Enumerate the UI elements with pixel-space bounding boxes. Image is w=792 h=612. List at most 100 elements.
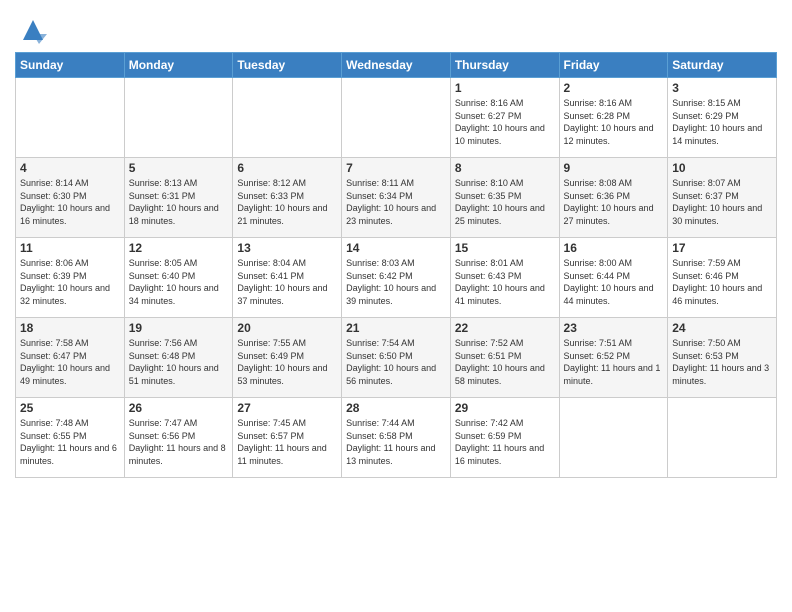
day-cell: 28 Sunrise: 7:44 AM Sunset: 6:58 PM Dayl… — [342, 398, 451, 478]
day-cell — [124, 78, 233, 158]
day-cell: 19 Sunrise: 7:56 AM Sunset: 6:48 PM Dayl… — [124, 318, 233, 398]
day-info: Sunrise: 8:08 AM Sunset: 6:36 PM Dayligh… — [564, 177, 664, 227]
header — [15, 10, 777, 44]
day-cell: 2 Sunrise: 8:16 AM Sunset: 6:28 PM Dayli… — [559, 78, 668, 158]
day-info: Sunrise: 8:07 AM Sunset: 6:37 PM Dayligh… — [672, 177, 772, 227]
day-number: 14 — [346, 241, 446, 255]
day-number: 9 — [564, 161, 664, 175]
day-cell: 4 Sunrise: 8:14 AM Sunset: 6:30 PM Dayli… — [16, 158, 125, 238]
day-info: Sunrise: 7:51 AM Sunset: 6:52 PM Dayligh… — [564, 337, 664, 387]
day-info: Sunrise: 8:14 AM Sunset: 6:30 PM Dayligh… — [20, 177, 120, 227]
logo-icon — [19, 16, 47, 44]
day-cell: 13 Sunrise: 8:04 AM Sunset: 6:41 PM Dayl… — [233, 238, 342, 318]
day-cell: 12 Sunrise: 8:05 AM Sunset: 6:40 PM Dayl… — [124, 238, 233, 318]
day-cell: 11 Sunrise: 8:06 AM Sunset: 6:39 PM Dayl… — [16, 238, 125, 318]
day-number: 24 — [672, 321, 772, 335]
day-info: Sunrise: 8:03 AM Sunset: 6:42 PM Dayligh… — [346, 257, 446, 307]
day-info: Sunrise: 7:59 AM Sunset: 6:46 PM Dayligh… — [672, 257, 772, 307]
day-number: 4 — [20, 161, 120, 175]
day-cell: 7 Sunrise: 8:11 AM Sunset: 6:34 PM Dayli… — [342, 158, 451, 238]
day-number: 1 — [455, 81, 555, 95]
day-cell: 27 Sunrise: 7:45 AM Sunset: 6:57 PM Dayl… — [233, 398, 342, 478]
day-info: Sunrise: 7:47 AM Sunset: 6:56 PM Dayligh… — [129, 417, 229, 467]
day-number: 15 — [455, 241, 555, 255]
col-tuesday: Tuesday — [233, 53, 342, 78]
day-info: Sunrise: 7:48 AM Sunset: 6:55 PM Dayligh… — [20, 417, 120, 467]
day-number: 28 — [346, 401, 446, 415]
day-number: 26 — [129, 401, 229, 415]
day-number: 6 — [237, 161, 337, 175]
day-cell — [559, 398, 668, 478]
day-cell: 5 Sunrise: 8:13 AM Sunset: 6:31 PM Dayli… — [124, 158, 233, 238]
day-info: Sunrise: 7:42 AM Sunset: 6:59 PM Dayligh… — [455, 417, 555, 467]
day-number: 7 — [346, 161, 446, 175]
day-info: Sunrise: 8:01 AM Sunset: 6:43 PM Dayligh… — [455, 257, 555, 307]
day-cell: 26 Sunrise: 7:47 AM Sunset: 6:56 PM Dayl… — [124, 398, 233, 478]
day-cell: 6 Sunrise: 8:12 AM Sunset: 6:33 PM Dayli… — [233, 158, 342, 238]
week-row-2: 4 Sunrise: 8:14 AM Sunset: 6:30 PM Dayli… — [16, 158, 777, 238]
day-number: 23 — [564, 321, 664, 335]
day-cell: 10 Sunrise: 8:07 AM Sunset: 6:37 PM Dayl… — [668, 158, 777, 238]
day-cell: 1 Sunrise: 8:16 AM Sunset: 6:27 PM Dayli… — [450, 78, 559, 158]
day-number: 20 — [237, 321, 337, 335]
day-info: Sunrise: 8:13 AM Sunset: 6:31 PM Dayligh… — [129, 177, 229, 227]
day-cell: 8 Sunrise: 8:10 AM Sunset: 6:35 PM Dayli… — [450, 158, 559, 238]
day-number: 2 — [564, 81, 664, 95]
day-cell: 24 Sunrise: 7:50 AM Sunset: 6:53 PM Dayl… — [668, 318, 777, 398]
day-cell — [16, 78, 125, 158]
calendar-table: Sunday Monday Tuesday Wednesday Thursday… — [15, 52, 777, 478]
col-monday: Monday — [124, 53, 233, 78]
day-cell: 22 Sunrise: 7:52 AM Sunset: 6:51 PM Dayl… — [450, 318, 559, 398]
day-number: 10 — [672, 161, 772, 175]
day-cell: 15 Sunrise: 8:01 AM Sunset: 6:43 PM Dayl… — [450, 238, 559, 318]
day-info: Sunrise: 7:55 AM Sunset: 6:49 PM Dayligh… — [237, 337, 337, 387]
day-cell: 23 Sunrise: 7:51 AM Sunset: 6:52 PM Dayl… — [559, 318, 668, 398]
day-info: Sunrise: 8:16 AM Sunset: 6:27 PM Dayligh… — [455, 97, 555, 147]
col-friday: Friday — [559, 53, 668, 78]
day-number: 22 — [455, 321, 555, 335]
day-info: Sunrise: 8:12 AM Sunset: 6:33 PM Dayligh… — [237, 177, 337, 227]
day-cell: 17 Sunrise: 7:59 AM Sunset: 6:46 PM Dayl… — [668, 238, 777, 318]
logo — [15, 14, 47, 44]
day-info: Sunrise: 8:10 AM Sunset: 6:35 PM Dayligh… — [455, 177, 555, 227]
day-info: Sunrise: 8:06 AM Sunset: 6:39 PM Dayligh… — [20, 257, 120, 307]
col-sunday: Sunday — [16, 53, 125, 78]
day-number: 12 — [129, 241, 229, 255]
day-info: Sunrise: 7:45 AM Sunset: 6:57 PM Dayligh… — [237, 417, 337, 467]
day-number: 8 — [455, 161, 555, 175]
day-info: Sunrise: 7:44 AM Sunset: 6:58 PM Dayligh… — [346, 417, 446, 467]
day-info: Sunrise: 8:11 AM Sunset: 6:34 PM Dayligh… — [346, 177, 446, 227]
day-cell: 3 Sunrise: 8:15 AM Sunset: 6:29 PM Dayli… — [668, 78, 777, 158]
day-number: 29 — [455, 401, 555, 415]
day-number: 21 — [346, 321, 446, 335]
day-cell — [668, 398, 777, 478]
day-number: 3 — [672, 81, 772, 95]
day-cell: 21 Sunrise: 7:54 AM Sunset: 6:50 PM Dayl… — [342, 318, 451, 398]
day-info: Sunrise: 7:50 AM Sunset: 6:53 PM Dayligh… — [672, 337, 772, 387]
calendar-page: Sunday Monday Tuesday Wednesday Thursday… — [0, 0, 792, 612]
day-number: 5 — [129, 161, 229, 175]
day-cell: 16 Sunrise: 8:00 AM Sunset: 6:44 PM Dayl… — [559, 238, 668, 318]
day-cell: 25 Sunrise: 7:48 AM Sunset: 6:55 PM Dayl… — [16, 398, 125, 478]
day-info: Sunrise: 7:58 AM Sunset: 6:47 PM Dayligh… — [20, 337, 120, 387]
col-wednesday: Wednesday — [342, 53, 451, 78]
day-number: 11 — [20, 241, 120, 255]
day-number: 25 — [20, 401, 120, 415]
day-number: 27 — [237, 401, 337, 415]
day-cell — [342, 78, 451, 158]
day-number: 18 — [20, 321, 120, 335]
week-row-4: 18 Sunrise: 7:58 AM Sunset: 6:47 PM Dayl… — [16, 318, 777, 398]
day-info: Sunrise: 7:56 AM Sunset: 6:48 PM Dayligh… — [129, 337, 229, 387]
week-row-5: 25 Sunrise: 7:48 AM Sunset: 6:55 PM Dayl… — [16, 398, 777, 478]
day-info: Sunrise: 8:04 AM Sunset: 6:41 PM Dayligh… — [237, 257, 337, 307]
day-cell: 20 Sunrise: 7:55 AM Sunset: 6:49 PM Dayl… — [233, 318, 342, 398]
day-info: Sunrise: 8:16 AM Sunset: 6:28 PM Dayligh… — [564, 97, 664, 147]
week-row-3: 11 Sunrise: 8:06 AM Sunset: 6:39 PM Dayl… — [16, 238, 777, 318]
day-number: 13 — [237, 241, 337, 255]
header-row: Sunday Monday Tuesday Wednesday Thursday… — [16, 53, 777, 78]
col-thursday: Thursday — [450, 53, 559, 78]
day-number: 16 — [564, 241, 664, 255]
day-info: Sunrise: 7:54 AM Sunset: 6:50 PM Dayligh… — [346, 337, 446, 387]
week-row-1: 1 Sunrise: 8:16 AM Sunset: 6:27 PM Dayli… — [16, 78, 777, 158]
day-cell — [233, 78, 342, 158]
